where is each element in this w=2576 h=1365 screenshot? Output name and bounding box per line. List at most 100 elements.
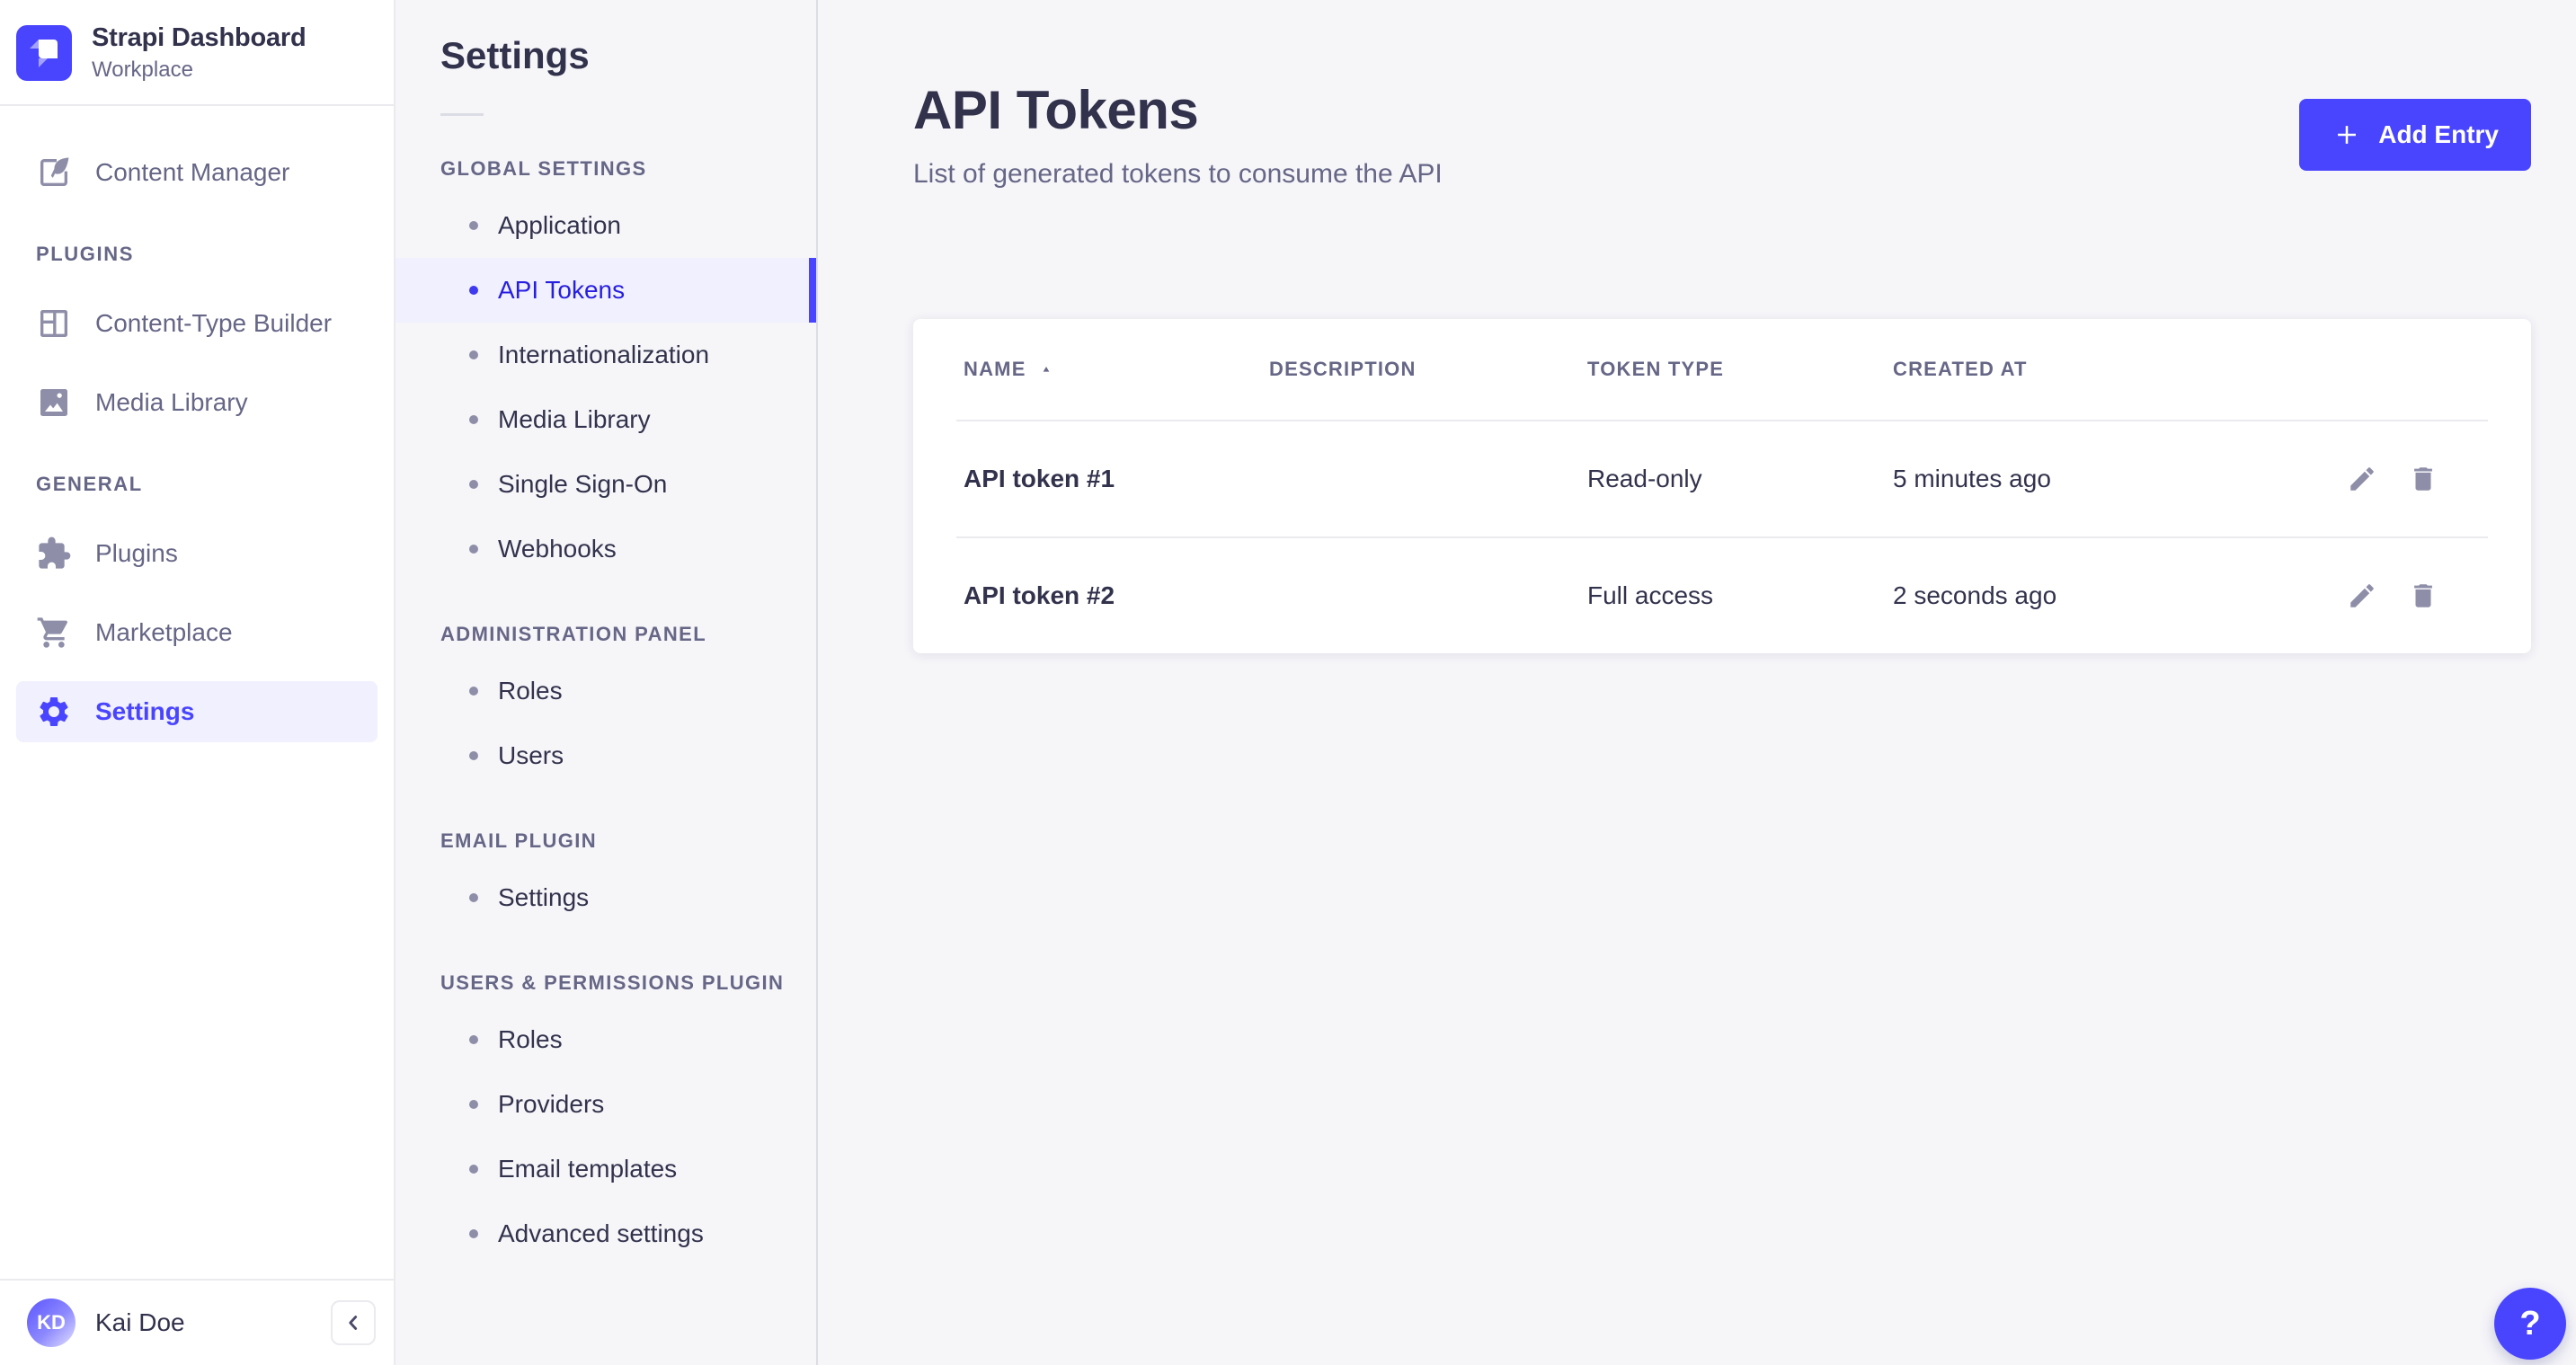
subnav-item-media-library[interactable]: Media Library [395, 387, 816, 452]
add-entry-label: Add Entry [2378, 120, 2499, 149]
subnav-item-label: Providers [498, 1090, 604, 1119]
subnav-item-label: Users [498, 741, 564, 770]
column-header-label: DESCRIPTION [1269, 358, 1417, 381]
delete-token-button[interactable] [2403, 576, 2443, 616]
table-header-row: NAME DESCRIPTION TOKEN TYPE CREATED AT [956, 319, 2488, 420]
token-type: Read-only [1587, 465, 1893, 493]
subnav-item-label: Single Sign-On [498, 470, 667, 499]
subnav-item-label: Advanced settings [498, 1219, 704, 1248]
bullet-icon [469, 545, 478, 554]
subnav-item-webhooks[interactable]: Webhooks [395, 517, 816, 581]
help-button[interactable]: ? [2494, 1288, 2566, 1360]
subnav-item-providers[interactable]: Providers [395, 1072, 816, 1137]
subnav-heading-users-permissions-plugin: USERS & PERMISSIONS PLUGIN [440, 971, 816, 995]
column-header-created-at: CREATED AT [1893, 358, 2342, 381]
subnav-item-advanced-settings[interactable]: Advanced settings [395, 1201, 816, 1266]
subnav-item-label: Roles [498, 1025, 563, 1054]
plus-icon [2332, 120, 2362, 150]
sidebar-item-label: Content-Type Builder [95, 309, 332, 338]
subnav-item-application[interactable]: Application [395, 193, 816, 258]
sidebar-item-content-manager[interactable]: Content Manager [16, 142, 378, 203]
workspace-name: Workplace [92, 58, 306, 83]
bullet-icon [469, 1165, 478, 1174]
pencil-icon [2347, 581, 2377, 611]
collapse-sidebar-button[interactable] [331, 1300, 376, 1345]
column-header-label: NAME [964, 358, 1026, 381]
brand-text: Strapi Dashboard Workplace [92, 23, 306, 83]
page-subtitle: List of generated tokens to consume the … [913, 159, 1443, 190]
subnav-item-single-sign-on[interactable]: Single Sign-On [395, 452, 816, 517]
subnav-item-up-roles[interactable]: Roles [395, 1007, 816, 1072]
subnav-item-admin-roles[interactable]: Roles [395, 659, 816, 723]
subnav-item-label: Internationalization [498, 341, 709, 369]
sidebar-item-label: Plugins [95, 539, 178, 568]
subnav-title: Settings [440, 34, 816, 77]
subnav-heading-administration-panel: ADMINISTRATION PANEL [440, 623, 816, 646]
add-entry-button[interactable]: Add Entry [2299, 99, 2531, 171]
subnav-item-admin-users[interactable]: Users [395, 723, 816, 788]
main-content: API Tokens List of generated tokens to c… [818, 0, 2576, 1365]
edit-token-button[interactable] [2342, 576, 2382, 616]
page-title: API Tokens [913, 79, 1443, 141]
token-name: API token #1 [956, 465, 1269, 493]
sidebar-item-marketplace[interactable]: Marketplace [16, 602, 378, 663]
sidebar-item-media-library[interactable]: Media Library [16, 372, 378, 433]
strapi-logo-icon [16, 25, 72, 81]
subnav-heading-global-settings: GLOBAL SETTINGS [440, 157, 816, 181]
row-actions [2342, 576, 2488, 616]
delete-token-button[interactable] [2403, 459, 2443, 499]
subnav-item-label: Application [498, 211, 621, 240]
row-actions [2342, 459, 2488, 499]
sidebar-item-settings[interactable]: Settings [16, 681, 378, 742]
subnav-item-api-tokens[interactable]: API Tokens [395, 258, 816, 323]
bullet-icon [469, 480, 478, 489]
column-header-name[interactable]: NAME [956, 358, 1269, 381]
sidebar-section-heading-plugins: PLUGINS [36, 243, 378, 266]
subnav-item-label: Email templates [498, 1155, 677, 1183]
subnav-item-email-settings[interactable]: Settings [395, 865, 816, 930]
sidebar-nav: Content Manager PLUGINS Content-Type Bui… [0, 106, 394, 1279]
subnav-divider [440, 113, 484, 116]
cart-icon [36, 615, 72, 651]
bullet-icon [469, 687, 478, 696]
subnav-item-label: Webhooks [498, 535, 617, 563]
bullet-icon [469, 1100, 478, 1109]
column-header-label: CREATED AT [1893, 358, 2028, 381]
settings-subnav: Settings GLOBAL SETTINGS Application API… [395, 0, 818, 1365]
page-header-text: API Tokens List of generated tokens to c… [913, 0, 1443, 190]
sidebar-item-label: Media Library [95, 388, 248, 417]
chevron-left-icon [342, 1311, 365, 1334]
trash-icon [2408, 464, 2438, 494]
subnav-item-label: Settings [498, 883, 589, 912]
tokens-table-card: NAME DESCRIPTION TOKEN TYPE CREATED AT [913, 319, 2531, 653]
avatar: KD [27, 1299, 76, 1347]
table-row-api-token-2: API token #2 Full access 2 seconds ago [956, 536, 2488, 653]
bullet-icon [469, 350, 478, 359]
sidebar-item-label: Content Manager [95, 158, 289, 187]
column-header-token-type: TOKEN TYPE [1587, 358, 1893, 381]
gear-icon [36, 694, 72, 730]
sidebar-item-label: Settings [95, 697, 194, 726]
tokens-table: NAME DESCRIPTION TOKEN TYPE CREATED AT [956, 319, 2488, 653]
edit-token-button[interactable] [2342, 459, 2382, 499]
pencil-icon [2347, 464, 2377, 494]
table-row-api-token-1: API token #1 Read-only 5 minutes ago [956, 420, 2488, 536]
bullet-icon [469, 415, 478, 424]
workspace-brand[interactable]: Strapi Dashboard Workplace [0, 0, 394, 104]
subnav-item-email-templates[interactable]: Email templates [395, 1137, 816, 1201]
subnav-item-label: Media Library [498, 405, 651, 434]
subnav-item-internationalization[interactable]: Internationalization [395, 323, 816, 387]
sidebar-section-heading-general: GENERAL [36, 473, 378, 496]
column-header-label: TOKEN TYPE [1587, 358, 1724, 381]
column-header-description: DESCRIPTION [1269, 358, 1587, 381]
bullet-icon [469, 1035, 478, 1044]
sidebar-item-plugins[interactable]: Plugins [16, 523, 378, 584]
sidebar-item-content-type-builder[interactable]: Content-Type Builder [16, 293, 378, 354]
puzzle-icon [36, 536, 72, 572]
picture-icon [36, 385, 72, 421]
page-header: API Tokens List of generated tokens to c… [913, 0, 2531, 190]
sidebar-item-label: Marketplace [95, 618, 233, 647]
user-name: Kai Doe [95, 1308, 185, 1337]
subnav-heading-email-plugin: EMAIL PLUGIN [440, 829, 816, 853]
token-name: API token #2 [956, 581, 1269, 610]
